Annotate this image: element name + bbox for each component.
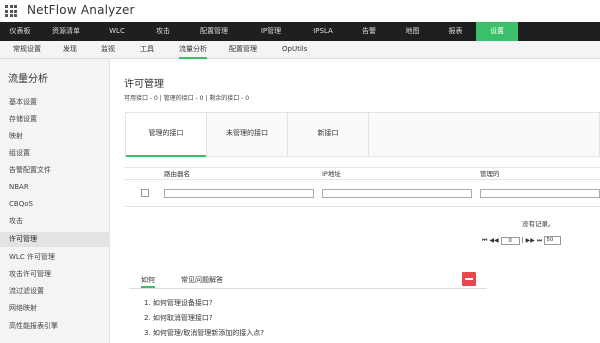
filter-row bbox=[125, 180, 600, 207]
sidebar-item-network-mapping[interactable]: 网络映射 bbox=[0, 301, 110, 316]
subnav-config-management[interactable]: 配置管理 bbox=[229, 41, 257, 59]
subnav-general-settings[interactable]: 常规设置 bbox=[13, 41, 41, 59]
pagination: ⏮ ◀◀ 0 | ▶▶ ⏭ 50 bbox=[482, 235, 562, 246]
tab-faq[interactable]: 常见问题解答 bbox=[181, 273, 223, 288]
sub-nav: 常规设置 发现 监视 工具 流量分析 配置管理 OpUtils bbox=[0, 41, 600, 59]
sidebar-title: 流量分析 bbox=[8, 74, 48, 85]
collapse-help-button[interactable] bbox=[462, 272, 476, 286]
sidebar: 流量分析 基本设置 存储设置 映射 组设置 告警配置文件 NBAR CBQoS … bbox=[0, 59, 110, 343]
app-grid-icon[interactable] bbox=[5, 5, 17, 17]
nav-dashboard[interactable]: 仪表板 bbox=[0, 22, 40, 41]
help-item[interactable]: 2. 如何取消管理接口? bbox=[144, 313, 213, 323]
tab-unmanaged-interfaces[interactable]: 未管理的接口 bbox=[207, 113, 287, 157]
nav-maps[interactable]: 地图 bbox=[390, 22, 435, 41]
help-tabs: 如何 常见问题解答 bbox=[129, 273, 487, 289]
tab-managed-interfaces[interactable]: 管理的接口 bbox=[126, 113, 206, 157]
top-nav: 仪表板 资源清单 WLC 攻击 配置管理 IP管理 IPSLA 告警 地图 报表… bbox=[0, 22, 600, 41]
sidebar-item-mapping[interactable]: 映射 bbox=[0, 129, 110, 144]
page-number-input[interactable]: 0 bbox=[500, 236, 520, 245]
sidebar-item-cbqos[interactable]: CBQoS bbox=[0, 197, 110, 212]
sidebar-item-report-engine[interactable]: 高性能报表引擎 bbox=[0, 319, 110, 334]
nav-reports[interactable]: 报表 bbox=[435, 22, 476, 41]
subnav-tools[interactable]: 工具 bbox=[140, 41, 154, 59]
title-bar: NetFlow Analyzer bbox=[0, 0, 600, 22]
router-name-filter-input[interactable] bbox=[164, 189, 314, 198]
page-title: 许可管理 bbox=[124, 79, 164, 90]
sidebar-item-attack-license[interactable]: 攻击许可管理 bbox=[0, 267, 110, 282]
empty-table-message: 没有记录。 bbox=[522, 220, 555, 228]
tab-how-to[interactable]: 如何 bbox=[141, 273, 155, 288]
main-content: 许可管理 可用接口 - 0 | 管理的接口 - 0 | 剩余的接口 - 0 管理… bbox=[111, 59, 600, 343]
nav-ip-management[interactable]: IP管理 bbox=[244, 22, 298, 41]
sidebar-item-storage-settings[interactable]: 存储设置 bbox=[0, 112, 110, 127]
sidebar-item-attacks[interactable]: 攻击 bbox=[0, 214, 110, 229]
ip-address-filter-input[interactable] bbox=[322, 189, 472, 198]
last-page-icon[interactable]: ⏭ bbox=[537, 237, 542, 245]
nav-attacks[interactable]: 攻击 bbox=[142, 22, 184, 41]
sidebar-item-alarm-profiles[interactable]: 告警配置文件 bbox=[0, 163, 110, 178]
nav-settings[interactable]: 设置 bbox=[476, 22, 518, 41]
pager-separator: | bbox=[521, 237, 524, 244]
managed-filter-input[interactable] bbox=[480, 189, 600, 198]
sidebar-item-flow-filter[interactable]: 流过滤设置 bbox=[0, 284, 110, 299]
column-managed[interactable]: 管理的 bbox=[480, 168, 500, 180]
column-router-name[interactable]: 路由器名 bbox=[164, 168, 190, 180]
previous-page-icon[interactable]: ◀◀ bbox=[489, 237, 498, 244]
app-title: NetFlow Analyzer bbox=[27, 3, 135, 17]
first-page-icon[interactable]: ⏮ bbox=[482, 237, 487, 245]
help-item[interactable]: 3. 如何管理/取消管理新添加的接入点? bbox=[144, 328, 264, 338]
interface-tabs: 管理的接口 未管理的接口 新接口 bbox=[125, 112, 600, 157]
nav-inventory[interactable]: 资源清单 bbox=[40, 22, 92, 41]
nav-ipsla[interactable]: IPSLA bbox=[298, 22, 348, 41]
sidebar-item-wlc-license[interactable]: WLC 许可管理 bbox=[0, 250, 110, 265]
page-size-select[interactable]: 50 bbox=[544, 236, 562, 245]
interface-summary: 可用接口 - 0 | 管理的接口 - 0 | 剩余的接口 - 0 bbox=[124, 95, 250, 102]
sidebar-item-group-settings[interactable]: 组设置 bbox=[0, 146, 110, 161]
tab-new-interfaces[interactable]: 新接口 bbox=[288, 113, 368, 157]
next-page-icon[interactable]: ▶▶ bbox=[526, 237, 535, 244]
sidebar-item-nbar[interactable]: NBAR bbox=[0, 180, 110, 195]
subnav-monitoring[interactable]: 监视 bbox=[101, 41, 115, 59]
subnav-traffic-analysis[interactable]: 流量分析 bbox=[179, 41, 207, 59]
help-item[interactable]: 1. 如何管理设备接口? bbox=[144, 298, 213, 308]
nav-config-management[interactable]: 配置管理 bbox=[184, 22, 244, 41]
table-header: 路由器名 IP地址 管理的 bbox=[125, 167, 600, 180]
nav-wlc[interactable]: WLC bbox=[92, 22, 142, 41]
sidebar-item-basic-settings[interactable]: 基本设置 bbox=[0, 95, 110, 110]
subnav-discovery[interactable]: 发现 bbox=[63, 41, 77, 59]
column-ip-address[interactable]: IP地址 bbox=[322, 168, 341, 180]
subnav-oputils[interactable]: OpUtils bbox=[282, 41, 307, 59]
nav-alarms[interactable]: 告警 bbox=[348, 22, 390, 41]
select-all-checkbox[interactable] bbox=[141, 189, 149, 197]
sidebar-item-license-management[interactable]: 许可管理 bbox=[0, 232, 110, 247]
